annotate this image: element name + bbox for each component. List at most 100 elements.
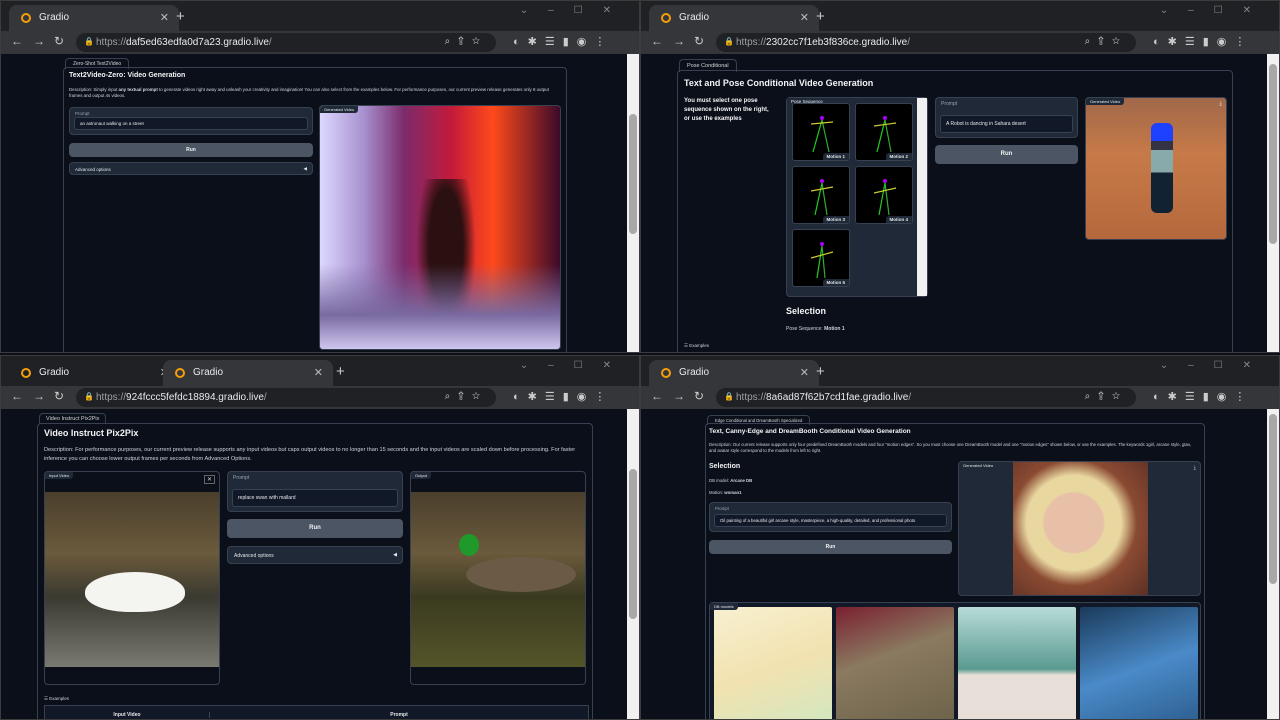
window-controls[interactable]: ⌄–☐✕	[520, 5, 631, 16]
back-icon[interactable]: ←	[11, 389, 23, 403]
advanced-options-accordion[interactable]: Advanced options ◀	[69, 162, 313, 175]
generated-video[interactable]: Generated Video ⤓	[958, 461, 1201, 596]
reload-icon[interactable]: ↻	[54, 34, 64, 48]
gradio-favicon-icon	[21, 13, 31, 23]
db-model-thumbnail[interactable]: Arcane	[836, 607, 954, 719]
extension-icons[interactable]: ◐✱☰▮◉⋮	[1153, 35, 1253, 48]
zoom-share-bookmark-icons[interactable]: ⌕⇪☆	[1085, 391, 1128, 402]
motion-label: Motion 4	[885, 216, 912, 223]
back-icon[interactable]: ←	[11, 34, 23, 48]
scrollbar[interactable]	[627, 409, 639, 719]
zoom-share-bookmark-icons[interactable]: ⌕⇪☆	[1085, 36, 1128, 47]
prompt-input[interactable]: Oil painting of a beautiful girl arcane …	[714, 514, 947, 527]
new-tab-button[interactable]: +	[816, 8, 825, 25]
motion-label: Motion 5	[822, 279, 849, 286]
extension-icons[interactable]: ◐✱☰▮◉⋮	[513, 390, 613, 403]
back-icon[interactable]: ←	[651, 389, 663, 403]
selected-pose: Pose Sequence: Motion 1	[786, 326, 845, 332]
address-bar[interactable]: 🔒 https://924fccc5fefdc18894.gradio.live/…	[76, 388, 496, 407]
forward-icon[interactable]: →	[673, 34, 685, 48]
browser-tab[interactable]: Gradio✕	[649, 5, 819, 31]
selected-motion: Motion: woman1	[709, 490, 742, 495]
db-model-thumbnail[interactable]: GTA-5 (Man)	[958, 607, 1076, 719]
generated-video[interactable]: Generated Video	[319, 105, 561, 350]
window-controls[interactable]: ⌄–☐✕	[520, 360, 631, 371]
browser-tab[interactable]: Gradio✕	[649, 360, 819, 386]
tab-bar: Gradio ✕ + ⌄–☐✕	[641, 1, 1279, 31]
reload-icon[interactable]: ↻	[694, 389, 704, 403]
close-tab-icon[interactable]: ✕	[800, 11, 809, 24]
browser-window-3: Gradio✕ Gradio✕ + ⌄–☐✕ ← → ↻ 🔒https://92…	[0, 355, 640, 720]
browser-toolbar: ← → ↻ 🔒 https://924fccc5fefdc18894.gradio…	[1, 386, 639, 409]
page-title: Video Instruct Pix2Pix	[44, 428, 139, 438]
scrollbar[interactable]	[1267, 409, 1279, 719]
forward-icon[interactable]: →	[33, 34, 45, 48]
motion-label: Motion 1	[822, 153, 849, 160]
db-model-thumbnail[interactable]: anime	[714, 607, 832, 719]
selection-heading: Selection	[709, 463, 741, 470]
zoom-share-bookmark-icons[interactable]: ⌕⇪☆	[445, 36, 488, 47]
prompt-input[interactable]: an astronaut walking on a street	[74, 117, 308, 130]
motion-thumbnail[interactable]: Motion 4	[855, 166, 913, 224]
motion-thumbnail[interactable]: Motion 2	[855, 103, 913, 161]
reload-icon[interactable]: ↻	[54, 389, 64, 403]
address-bar[interactable]: 🔒 https://2302cc7f1eb3f836ce.gradio.live/…	[716, 33, 1136, 52]
browser-toolbar: ← → ↻ 🔒 https://daf5ed63edfa0d7a23.gradio…	[1, 31, 639, 54]
page-title: Text2Video-Zero: Video Generation	[69, 72, 186, 79]
extension-icons[interactable]: ◐✱☰▮◉⋮	[1153, 390, 1253, 403]
input-video[interactable]: Input Video ✕	[44, 471, 220, 685]
prompt-field: Prompt Oil painting of a beautiful girl a…	[709, 502, 952, 532]
forward-icon[interactable]: →	[33, 389, 45, 403]
browser-window-4: Gradio ✕ + ⌄–☐✕ ← → ↻ 🔒 https://8a6ad87f62…	[640, 355, 1280, 720]
street	[320, 263, 560, 349]
clear-icon[interactable]: ✕	[203, 475, 215, 484]
output-video[interactable]: Output	[410, 471, 586, 685]
back-icon[interactable]: ←	[651, 34, 663, 48]
address-bar[interactable]: 🔒 https://daf5ed63edfa0d7a23.gradio.live/…	[76, 33, 496, 52]
swan	[85, 572, 185, 612]
motion-thumbnail[interactable]: Motion 1	[792, 103, 850, 161]
extension-icons[interactable]: ◐✱☰▮◉⋮	[513, 35, 613, 48]
description: Description: Simply input any textual pr…	[69, 87, 549, 98]
column-header: Input Video	[45, 712, 210, 718]
new-tab-button[interactable]: +	[816, 363, 825, 380]
new-tab-button[interactable]: +	[336, 363, 345, 380]
run-button[interactable]: Run	[709, 540, 952, 554]
advanced-options-accordion[interactable]: Advanced options ◀	[227, 546, 403, 564]
zoom-share-bookmark-icons[interactable]: ⌕⇪☆	[445, 391, 488, 402]
scrollbar[interactable]	[1267, 54, 1279, 352]
forward-icon[interactable]: →	[673, 389, 685, 403]
motion-thumbnail[interactable]: Motion 5	[792, 229, 850, 287]
window-controls[interactable]: ⌄–☐✕	[1160, 5, 1271, 16]
run-button[interactable]: Run	[935, 145, 1078, 164]
close-tab-icon[interactable]: ✕	[160, 11, 169, 24]
gallery-scrollbar[interactable]	[917, 98, 927, 296]
download-icon[interactable]: ⤓	[1219, 101, 1222, 108]
examples-label[interactable]: ☰ Examples	[684, 343, 709, 349]
examples-label[interactable]: ☰ Examples	[44, 696, 69, 702]
window-controls[interactable]: ⌄–☐✕	[1160, 360, 1271, 371]
download-icon[interactable]: ⤓	[1194, 465, 1196, 471]
close-tab-icon[interactable]: ✕	[314, 366, 323, 379]
address-bar[interactable]: 🔒 https://8a6ad87f62b7cd1fae.gradio.live/…	[716, 388, 1136, 407]
gradio-app: Pose Conditional Text and Pose Condition…	[641, 54, 1267, 352]
run-button[interactable]: Run	[69, 143, 313, 157]
motion-thumbnail[interactable]: Motion 3	[792, 166, 850, 224]
run-button[interactable]: Run	[227, 519, 403, 538]
close-tab-icon[interactable]: ✕	[800, 366, 809, 379]
browser-window-1: Gradio ✕ + ⌄–☐✕ ← → ↻ 🔒 https://daf5ed63ed…	[0, 0, 640, 353]
db-model-thumbnail[interactable]: Avatar DB	[1080, 607, 1198, 719]
browser-tab[interactable]: Gradio✕	[9, 360, 179, 386]
prompt-input[interactable]: replace swan with mallard	[232, 489, 398, 507]
motion-label: Motion 3	[822, 216, 849, 223]
prompt-input[interactable]: A Robot is dancing in Sahara desert	[940, 115, 1073, 133]
video-label: Generated Video	[320, 106, 359, 113]
browser-tab[interactable]: Gradio ✕	[9, 5, 179, 31]
browser-tab-active[interactable]: Gradio ✕	[163, 360, 333, 386]
tab-title: Gradio	[39, 12, 70, 23]
scrollbar[interactable]	[627, 54, 639, 352]
new-tab-button[interactable]: +	[176, 8, 185, 25]
instructions: You must select one pose sequence shown …	[684, 98, 769, 122]
generated-video[interactable]: Generated Video ⤓	[1085, 97, 1227, 240]
reload-icon[interactable]: ↻	[694, 34, 704, 48]
